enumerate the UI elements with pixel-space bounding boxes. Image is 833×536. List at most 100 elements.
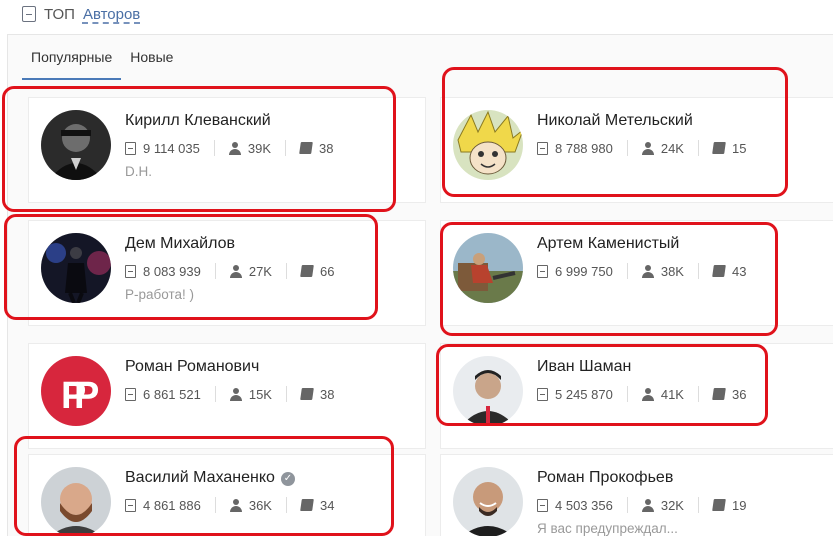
books-count: 38 <box>319 140 334 156</box>
avatar[interactable] <box>453 356 523 426</box>
tabs-bar: Популярные Новые <box>22 34 182 80</box>
books-stat: 66 <box>300 263 348 279</box>
books-icon <box>299 142 313 154</box>
author-name[interactable]: Василий Маханенко ✓ <box>125 469 295 487</box>
views-stat: 4 861 886 <box>125 497 216 513</box>
avatar[interactable]: PP <box>41 356 111 426</box>
followers-icon <box>641 141 654 155</box>
followers-count: 41K <box>660 386 684 402</box>
header-top-label: ТОП <box>44 5 75 23</box>
author-name-text[interactable]: Василий Маханенко <box>125 469 275 486</box>
book-icon <box>22 6 36 22</box>
views-stat: 8 788 980 <box>537 140 628 156</box>
views-count: 6 861 521 <box>143 386 201 402</box>
author-name[interactable]: Дем Михайлов <box>125 235 235 253</box>
views-stat: 6 861 521 <box>125 386 216 402</box>
views-count: 8 788 980 <box>555 140 613 156</box>
author-stats: 5 245 870 41K 36 <box>537 386 774 402</box>
followers-stat: 39K <box>228 140 287 156</box>
followers-count: 27K <box>248 263 272 279</box>
followers-stat: 15K <box>229 386 287 402</box>
tab-popular[interactable]: Популярные <box>22 34 122 80</box>
followers-icon <box>228 141 241 155</box>
views-count: 6 999 750 <box>555 263 613 279</box>
books-icon <box>300 388 314 400</box>
author-card-4[interactable]: Артем Каменистый 6 999 750 38K 43 <box>440 220 833 326</box>
author-name[interactable]: Николай Метельский <box>537 112 693 130</box>
followers-stat: 38K <box>641 263 699 279</box>
author-name[interactable]: Роман Прокофьев <box>537 469 673 487</box>
views-stat: 9 114 035 <box>125 140 215 156</box>
books-icon <box>300 265 314 277</box>
books-icon <box>712 142 726 154</box>
author-stats: 9 114 035 39K 38 <box>125 140 361 156</box>
followers-icon <box>229 264 242 278</box>
views-stat: 6 999 750 <box>537 263 628 279</box>
author-card-7[interactable]: Василий Маханенко ✓ 4 861 886 36K 34 <box>28 454 426 536</box>
author-stats: 8 083 939 27K 66 <box>125 263 362 279</box>
books-icon <box>300 499 314 511</box>
followers-count: 39K <box>247 140 272 156</box>
pr-logo: PP <box>61 375 99 417</box>
logo-letter-2: P <box>74 375 99 417</box>
views-count: 5 245 870 <box>555 386 613 402</box>
author-card-5[interactable]: PP Роман Романович 6 861 521 15K 38 <box>28 343 426 449</box>
views-icon <box>125 141 136 155</box>
views-icon <box>537 264 548 278</box>
avatar[interactable] <box>453 233 523 303</box>
author-name[interactable]: Роман Романович <box>125 358 259 376</box>
author-name[interactable]: Иван Шаман <box>537 358 631 376</box>
followers-count: 32K <box>660 497 684 513</box>
avatar[interactable] <box>41 233 111 303</box>
avatar[interactable] <box>41 467 111 536</box>
author-card-8[interactable]: Роман Прокофьев 4 503 356 32K 19 Я вас п… <box>440 454 833 536</box>
followers-icon <box>229 498 242 512</box>
books-stat: 38 <box>299 140 347 156</box>
books-stat: 38 <box>300 386 348 402</box>
views-count: 4 861 886 <box>143 497 201 513</box>
views-count: 9 114 035 <box>143 140 200 156</box>
followers-stat: 27K <box>229 263 287 279</box>
author-name[interactable]: Артем Каменистый <box>537 235 679 253</box>
views-stat: 5 245 870 <box>537 386 628 402</box>
author-stats: 4 861 886 36K 34 <box>125 497 362 513</box>
avatar[interactable] <box>453 467 523 536</box>
author-card-6[interactable]: Иван Шаман 5 245 870 41K 36 <box>440 343 833 449</box>
authors-link[interactable]: Авторов <box>83 6 140 23</box>
avatar[interactable] <box>41 110 111 180</box>
views-stat: 8 083 939 <box>125 263 216 279</box>
books-stat: 43 <box>712 263 760 279</box>
author-status: Р-работа! ) <box>125 287 194 302</box>
followers-stat: 41K <box>641 386 699 402</box>
author-stats: 6 999 750 38K 43 <box>537 263 774 279</box>
views-icon <box>125 264 136 278</box>
author-stats: 6 861 521 15K 38 <box>125 386 362 402</box>
followers-icon <box>641 498 654 512</box>
books-count: 38 <box>319 386 335 402</box>
views-icon <box>537 498 548 512</box>
tab-new[interactable]: Новые <box>121 34 182 80</box>
author-card-1[interactable]: Кирилл Клеванский 9 114 035 39K 38 D.H. <box>28 97 426 203</box>
books-count: 34 <box>319 497 335 513</box>
books-stat: 36 <box>712 386 760 402</box>
views-stat: 4 503 356 <box>537 497 628 513</box>
views-count: 8 083 939 <box>143 263 201 279</box>
avatar[interactable] <box>453 110 523 180</box>
books-count: 19 <box>731 497 747 513</box>
books-count: 36 <box>731 386 747 402</box>
author-card-2[interactable]: Николай Метельский 8 788 980 24K 15 <box>440 97 833 203</box>
followers-count: 36K <box>248 497 272 513</box>
books-icon <box>712 265 726 277</box>
books-icon <box>712 388 726 400</box>
views-count: 4 503 356 <box>555 497 613 513</box>
verified-check-icon: ✓ <box>280 472 295 486</box>
author-status: Я вас предупреждал... <box>537 521 678 536</box>
author-name[interactable]: Кирилл Клеванский <box>125 112 271 130</box>
books-stat: 15 <box>712 140 760 156</box>
author-card-3[interactable]: Дем Михайлов 8 083 939 27K 66 Р-работа! … <box>28 220 426 326</box>
books-stat: 19 <box>712 497 760 513</box>
views-icon <box>537 141 548 155</box>
followers-count: 24K <box>660 140 684 156</box>
followers-stat: 36K <box>229 497 287 513</box>
views-icon <box>537 387 548 401</box>
